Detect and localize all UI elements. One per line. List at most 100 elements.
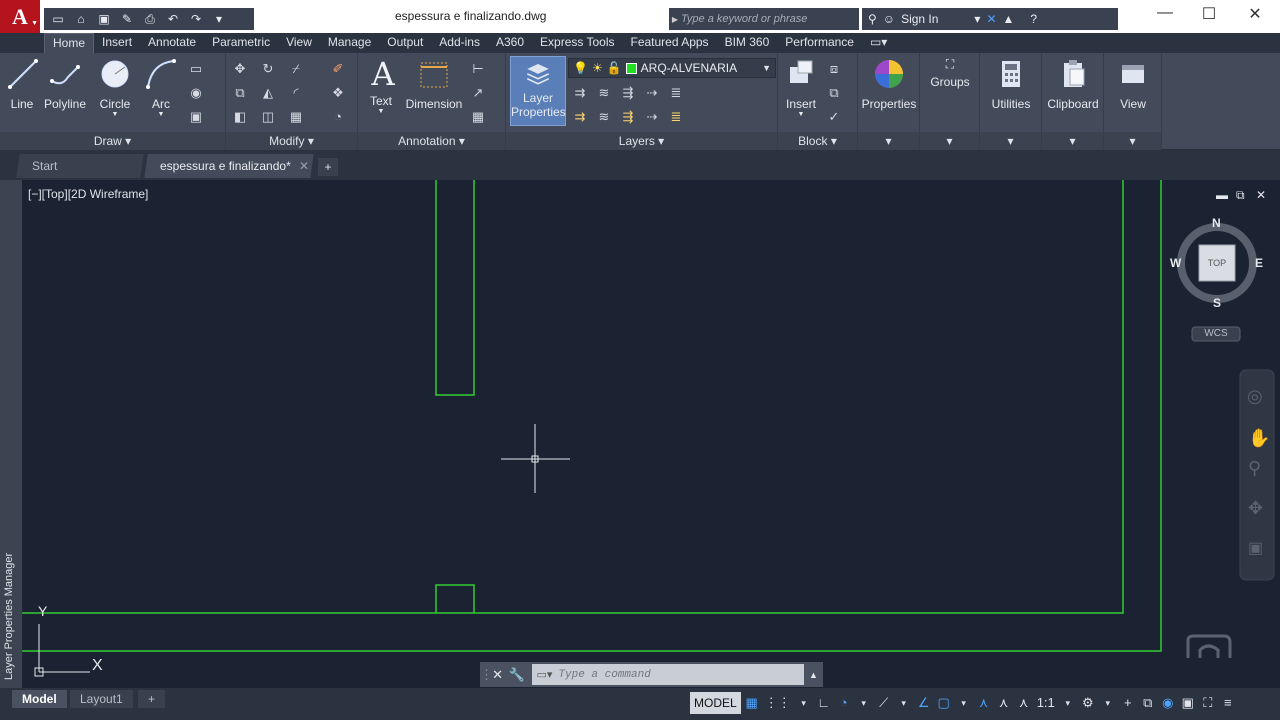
polyline-tool[interactable]: Polyline <box>42 57 88 111</box>
tab-annotate[interactable]: Annotate <box>140 33 204 53</box>
linear-dimension-icon[interactable]: ⊢ <box>470 61 486 77</box>
tab-performance[interactable]: Performance <box>777 33 862 53</box>
sign-in-link[interactable]: Sign In <box>901 12 938 26</box>
stretch-icon[interactable]: ◧ <box>232 109 248 125</box>
arc-tool[interactable]: Arc ▼ <box>142 57 180 118</box>
viewcube-west[interactable]: W <box>1170 256 1181 270</box>
viewcube-top-face[interactable]: TOP <box>1202 258 1232 268</box>
annotation-monitor-icon[interactable]: + <box>1119 692 1137 714</box>
signin-dropdown-icon[interactable]: ▾ <box>974 12 980 26</box>
close-tab-icon[interactable]: ✕ <box>299 154 309 178</box>
file-tab-start[interactable]: Start <box>16 154 144 178</box>
object-snap-icon[interactable]: ▢ <box>935 692 953 714</box>
snap-dropdown-icon[interactable]: ▾ <box>795 692 813 714</box>
layer-properties-button[interactable]: Layer Properties <box>510 56 566 126</box>
scale-icon[interactable]: ◫ <box>260 109 276 125</box>
annotation-panel-title[interactable]: Annotation ▾ <box>358 132 505 150</box>
properties-panel[interactable]: Properties ▾ <box>858 53 920 150</box>
clipboard-panel-expand[interactable]: ▾ <box>1042 132 1103 150</box>
customize-wrench-icon[interactable]: 🔧 <box>507 667 526 683</box>
nav-orbit-icon[interactable]: ◎ <box>1247 386 1263 407</box>
layer-tool-5-icon[interactable]: ≣ <box>668 85 684 101</box>
application-menu-button[interactable]: A ▼ <box>0 0 40 33</box>
clipboard-button[interactable]: Clipboard <box>1044 57 1102 111</box>
tab-output[interactable]: Output <box>379 33 431 53</box>
annotation-visibility-icon[interactable]: ⋏ <box>975 692 993 714</box>
model-space-toggle[interactable]: MODEL <box>690 692 741 714</box>
layer-tool-3-icon[interactable]: ⇶ <box>620 85 636 101</box>
layer-tool-1-icon[interactable]: ⇉ <box>572 85 588 101</box>
line-tool[interactable]: Line <box>6 57 38 111</box>
a360-icon[interactable]: ▲ <box>1003 12 1015 26</box>
tab-featured-apps[interactable]: Featured Apps <box>623 33 717 53</box>
annotation-autoscale-icon[interactable]: ⋏ <box>995 692 1013 714</box>
minimize-icon[interactable]: — <box>1150 4 1180 22</box>
view-panel[interactable]: View ▾ <box>1104 53 1162 150</box>
explode-icon[interactable]: ❖ <box>330 85 346 101</box>
layer-tool-4-icon[interactable]: ⇢ <box>644 85 660 101</box>
layer-tool-8-icon[interactable]: ⇶ <box>620 109 636 125</box>
viewcube-north[interactable]: N <box>1212 216 1221 230</box>
tab-home[interactable]: Home <box>44 33 95 53</box>
layer-tool-6-icon[interactable]: ⇉ <box>572 109 588 125</box>
move-icon[interactable]: ✥ <box>232 61 248 77</box>
insert-block-button[interactable]: Insert ▼ <box>782 57 820 118</box>
undo-icon[interactable]: ↶ <box>163 12 183 26</box>
new-layout-button[interactable]: + <box>138 690 166 708</box>
rotate-icon[interactable]: ↻ <box>260 61 276 77</box>
layer-tool-2-icon[interactable]: ≋ <box>596 85 612 101</box>
open-folder-icon[interactable]: ⌂ <box>71 12 91 26</box>
nav-steering-icon[interactable]: ✥ <box>1248 498 1263 519</box>
expand-search-icon[interactable]: ▶ <box>669 15 681 24</box>
nav-pan-icon[interactable]: ✋ <box>1248 428 1270 449</box>
leader-icon[interactable]: ↗ <box>470 85 486 101</box>
clean-screen-icon[interactable]: ⛶ <box>1199 692 1217 714</box>
layer-tool-9-icon[interactable]: ⇢ <box>644 109 660 125</box>
model-layout-tab[interactable]: Model <box>12 690 67 708</box>
view-button[interactable]: View <box>1106 57 1160 111</box>
redo-icon[interactable]: ↷ <box>186 12 206 26</box>
help-icon[interactable]: ? <box>1030 12 1037 26</box>
groups-panel-expand[interactable]: ▾ <box>920 132 979 150</box>
units-icon[interactable]: ⧉ <box>1139 692 1157 714</box>
view-panel-expand[interactable]: ▾ <box>1104 132 1161 150</box>
save-icon[interactable]: ▣ <box>94 12 114 26</box>
hardware-acceleration-icon[interactable]: ▣ <box>1179 692 1197 714</box>
print-icon[interactable]: ⎙ <box>140 12 160 27</box>
layer-dropdown[interactable]: 💡 ☀ 🔓 ARQ-ALVENARIA ▼ <box>568 58 776 78</box>
grid-icon[interactable]: ▦ <box>743 692 761 714</box>
create-block-icon[interactable]: ⧈ <box>826 61 842 77</box>
properties-button[interactable]: Properties <box>860 57 918 111</box>
erase-icon[interactable]: ✐ <box>330 61 346 77</box>
tab-view[interactable]: View <box>278 33 320 53</box>
groups-button[interactable]: ⛶ Groups <box>922 57 978 89</box>
copy-icon[interactable]: ⧉ <box>232 85 248 101</box>
new-tab-button[interactable]: + <box>318 158 338 176</box>
polar-dropdown-icon[interactable]: ▾ <box>855 692 873 714</box>
object-snap-tracking-icon[interactable]: ∠ <box>915 692 933 714</box>
groups-panel[interactable]: ⛶ Groups ▾ <box>920 53 980 150</box>
user-icon[interactable]: ☺ <box>883 12 895 26</box>
modify-panel-title[interactable]: Modify ▾ <box>226 132 357 150</box>
search-input[interactable] <box>681 13 851 25</box>
table-icon[interactable]: ▦ <box>470 109 486 125</box>
rectangle-icon[interactable]: ▭ <box>188 61 204 77</box>
qat-dropdown-icon[interactable]: ▾ <box>209 12 229 26</box>
mirror-icon[interactable]: ◭ <box>260 85 276 101</box>
workspace-dropdown-icon[interactable]: ▾ <box>1099 692 1117 714</box>
command-input[interactable] <box>558 668 799 681</box>
exchange-apps-icon[interactable]: ✕ <box>986 12 996 26</box>
tab-bim-360[interactable]: BIM 360 <box>717 33 778 53</box>
polar-tracking-icon[interactable]: ◔ <box>835 692 853 714</box>
nav-showmotion-icon[interactable]: ▣ <box>1248 538 1263 558</box>
isolate-objects-icon[interactable]: ◉ <box>1159 692 1177 714</box>
tab-manage[interactable]: Manage <box>320 33 379 53</box>
clipboard-panel[interactable]: Clipboard ▾ <box>1042 53 1104 150</box>
boundary-icon[interactable]: ▣ <box>188 109 204 125</box>
isodraft-icon[interactable]: ⟋ <box>875 692 893 714</box>
tab-express-tools[interactable]: Express Tools <box>532 33 622 53</box>
circle-tool[interactable]: Circle ▼ <box>96 57 134 118</box>
properties-panel-expand[interactable]: ▾ <box>858 132 919 150</box>
binoculars-icon[interactable]: ⚲ <box>868 12 877 26</box>
osnap-dropdown-icon[interactable]: ▾ <box>955 692 973 714</box>
